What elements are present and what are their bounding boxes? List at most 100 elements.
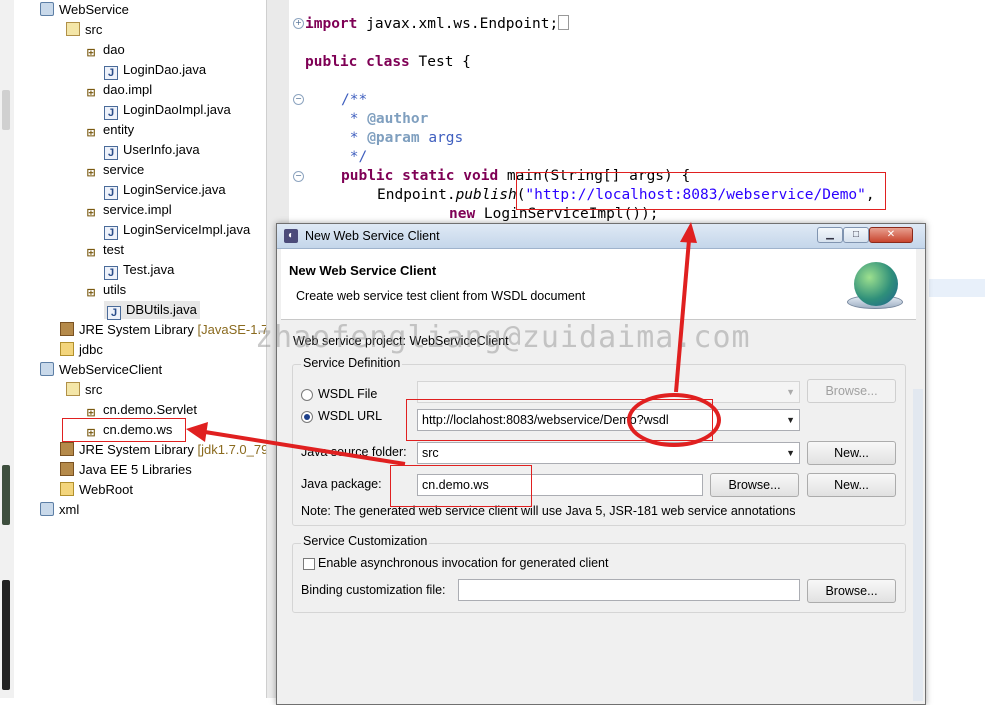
- new-web-service-client-dialog: ◐ New Web Service Client ▁ □ ✕ New Web S…: [276, 223, 926, 705]
- tree-item-label: jdbc: [79, 342, 103, 357]
- scroll-knob[interactable]: [2, 90, 10, 130]
- package-icon: ⊞: [86, 47, 96, 59]
- highlight-ellipse-wsdl: [627, 393, 721, 447]
- fold-collapse-icon[interactable]: −: [293, 171, 304, 182]
- library-icon: [60, 442, 74, 456]
- tree-item[interactable]: ⊞ service: [84, 161, 144, 179]
- tree-item[interactable]: src: [66, 21, 102, 39]
- dialog-titlebar[interactable]: ◐ New Web Service Client ▁ □ ✕: [277, 224, 925, 249]
- tree-item-label: service: [103, 162, 145, 177]
- wsdl-url-radio[interactable]: [301, 411, 313, 423]
- tree-item[interactable]: ⊞ test: [84, 241, 124, 259]
- chevron-down-icon[interactable]: ▼: [786, 410, 795, 430]
- dialog-header-description: Create web service test client from WSDL…: [296, 289, 586, 303]
- tree-item-label: src: [85, 382, 103, 397]
- highlight-box-java-package: [390, 465, 532, 507]
- java-source-folder-label: Java source folder:: [301, 445, 407, 459]
- tree-item-label: WebService: [59, 2, 129, 17]
- minimize-button[interactable]: ▁: [817, 227, 843, 243]
- source-folder-icon: [66, 382, 80, 396]
- tree-item-label: LoginServiceImpl.java: [123, 222, 251, 237]
- tree-item[interactable]: J UserInfo.java: [104, 141, 200, 160]
- tree-item[interactable]: ⊞ service.impl: [84, 201, 172, 219]
- tree-item-label: dao.impl: [103, 82, 153, 97]
- fold-expand-icon[interactable]: +: [293, 18, 304, 29]
- binding-customization-label: Binding customization file:: [301, 583, 446, 597]
- tree-item[interactable]: WebService: [40, 1, 129, 19]
- tree-item-label: xml: [59, 502, 80, 517]
- tree-item[interactable]: Java EE 5 Libraries: [60, 461, 192, 479]
- project-icon: [40, 502, 54, 516]
- ide-left-edge: [0, 0, 15, 698]
- chevron-down-icon[interactable]: ▼: [786, 443, 795, 463]
- dialog-scrollbar[interactable]: [913, 389, 923, 701]
- dialog-window-title: New Web Service Client: [305, 229, 440, 243]
- folder-icon: [60, 342, 74, 356]
- tree-item[interactable]: ⊞ utils: [84, 281, 126, 299]
- java-source-folder-combo[interactable]: src ▼: [417, 442, 800, 464]
- tree-item[interactable]: WebRoot: [60, 481, 133, 499]
- tree-item[interactable]: WebServiceClient: [40, 361, 162, 379]
- java-source-folder-value: src: [422, 446, 439, 460]
- tree-item[interactable]: jdbc: [60, 341, 103, 359]
- library-icon: [60, 322, 74, 336]
- async-invocation-checkbox[interactable]: [303, 558, 315, 570]
- service-definition-label: Service Definition: [301, 356, 403, 370]
- folder-icon: [60, 482, 74, 496]
- tree-item[interactable]: JRE System Library [JavaSE-1.7]: [60, 321, 272, 339]
- java-file-icon: J: [104, 266, 118, 280]
- tree-item[interactable]: J LoginDaoImpl.java: [104, 101, 231, 120]
- package-icon: ⊞: [86, 127, 96, 139]
- close-button[interactable]: ✕: [869, 227, 913, 243]
- package-browse-button[interactable]: Browse...: [710, 473, 799, 497]
- javadoc-close: */: [349, 149, 368, 165]
- tree-item-label: test: [103, 242, 124, 257]
- package-icon: ⊞: [86, 247, 96, 259]
- wsdl-file-radio[interactable]: [301, 389, 313, 401]
- javadoc-param: * @param args: [341, 130, 464, 146]
- tree-item[interactable]: JRE System Library [jdk1.7.0_79]: [60, 441, 272, 459]
- tree-item-label: Test.java: [123, 262, 175, 277]
- tree-item-label: LoginDao.java: [123, 62, 207, 77]
- tree-item[interactable]: ⊞ dao: [84, 41, 125, 59]
- tree-item-label: dao: [103, 42, 125, 57]
- maximize-button[interactable]: □: [843, 227, 869, 243]
- binding-customization-input[interactable]: [458, 579, 800, 601]
- tree-item-label: JRE System Library: [79, 322, 194, 337]
- java-package-label: Java package:: [301, 477, 382, 491]
- tree-item-label: UserInfo.java: [123, 142, 200, 157]
- tree-item[interactable]: ⊞ cn.demo.Servlet: [84, 401, 197, 419]
- library-icon: [60, 462, 74, 476]
- package-new-button[interactable]: New...: [807, 473, 896, 497]
- code-line-import: import javax.xml.ws.Endpoint;: [305, 14, 570, 34]
- side-handle[interactable]: [2, 465, 10, 525]
- tree-item-label: DBUtils.java: [126, 302, 197, 317]
- package-icon: ⊞: [86, 287, 96, 299]
- project-icon: [40, 2, 54, 16]
- async-invocation-label: Enable asynchronous invocation for gener…: [318, 556, 609, 570]
- tree-item-label: service.impl: [103, 202, 172, 217]
- tree-item-label: WebServiceClient: [59, 362, 163, 377]
- fold-collapse-icon[interactable]: −: [293, 94, 304, 105]
- binding-browse-button[interactable]: Browse...: [807, 579, 896, 603]
- tree-item[interactable]: src: [66, 381, 102, 399]
- source-folder-new-button[interactable]: New...: [807, 441, 896, 465]
- tree-item[interactable]: J LoginServiceImpl.java: [104, 221, 251, 240]
- tree-item-label: src: [85, 22, 103, 37]
- eclipse-app-icon: ◐: [284, 229, 298, 243]
- tree-item[interactable]: J LoginDao.java: [104, 61, 207, 80]
- tree-item[interactable]: J Test.java: [104, 261, 175, 280]
- package-icon: ⊞: [86, 87, 96, 99]
- code-line-class: public class Test {: [305, 54, 471, 70]
- globe-icon: [854, 262, 898, 306]
- tree-item[interactable]: J LoginService.java: [104, 181, 226, 200]
- service-customization-label: Service Customization: [301, 534, 430, 548]
- tree-item[interactable]: ⊞ dao.impl: [84, 81, 152, 99]
- source-folder-icon: [66, 22, 80, 36]
- tree-item-label: utils: [103, 282, 127, 297]
- java-file-icon: J: [104, 106, 118, 120]
- tree-item[interactable]: J DBUtils.java: [104, 301, 200, 320]
- tree-item[interactable]: xml: [40, 501, 79, 519]
- tree-item-label: JRE System Library: [79, 442, 194, 457]
- tree-item[interactable]: ⊞ entity: [84, 121, 134, 139]
